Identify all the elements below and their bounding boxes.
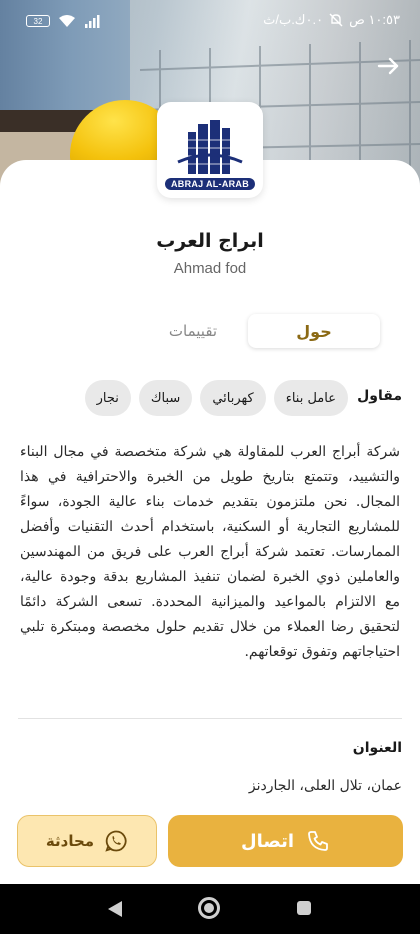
signal-icon bbox=[85, 15, 100, 28]
skill-chip[interactable]: نجار bbox=[84, 380, 131, 416]
skills-chips[interactable]: عامل بناء كهربائي سباك نجار bbox=[18, 380, 348, 418]
battery-icon: 32 bbox=[26, 15, 50, 27]
battery-level: 32 bbox=[33, 16, 43, 26]
tab-reviews[interactable]: تقييمات bbox=[138, 314, 248, 348]
chat-button-label: محادثة bbox=[45, 832, 95, 850]
system-nav-bar bbox=[0, 884, 420, 934]
skills-label: مقاول bbox=[357, 388, 402, 404]
company-description: شركة أبراج العرب للمقاولة هي شركة متخصصة… bbox=[20, 444, 400, 660]
whatsapp-icon bbox=[105, 830, 127, 852]
call-button-label: اتصال bbox=[240, 830, 295, 852]
tab-about[interactable]: حول bbox=[248, 314, 380, 348]
address-value: عمان، تلال العلى، الجاردنز bbox=[248, 778, 402, 794]
profile-tabs: حول تقييمات bbox=[20, 314, 400, 350]
logo-wordmark: ABRAJ AL-ARAB bbox=[164, 178, 256, 190]
skill-chip[interactable]: سباك bbox=[138, 380, 193, 416]
skills-row: مقاول عامل بناء كهربائي سباك نجار bbox=[0, 380, 420, 418]
clock: ١٠:٥٣ ص bbox=[349, 12, 400, 27]
call-button[interactable]: اتصال bbox=[168, 815, 403, 867]
building-logo-icon bbox=[177, 120, 243, 174]
mute-bell-icon bbox=[329, 13, 343, 27]
status-bar: 32 ٠.٠ك.ب/ث ١٠:٥٣ ص bbox=[0, 0, 420, 44]
skill-chip[interactable]: عامل بناء bbox=[273, 380, 348, 416]
back-arrow-icon[interactable] bbox=[376, 54, 400, 78]
skill-chip[interactable]: كهربائي bbox=[200, 380, 266, 416]
nav-recents-icon[interactable] bbox=[297, 901, 311, 915]
nav-home-icon[interactable] bbox=[198, 897, 220, 919]
wifi-icon bbox=[59, 15, 75, 27]
owner-name: Ahmad fod bbox=[173, 260, 247, 277]
address-title: العنوان bbox=[352, 740, 402, 756]
section-divider bbox=[18, 718, 402, 719]
phone-icon bbox=[308, 831, 328, 851]
chat-button[interactable]: محادثة bbox=[17, 815, 157, 867]
nav-back-icon[interactable] bbox=[106, 900, 124, 918]
network-speed: ٠.٠ك.ب/ث bbox=[263, 12, 324, 27]
company-name: ابراج العرب bbox=[156, 230, 264, 252]
company-logo: ABRAJ AL-ARAB bbox=[157, 102, 263, 198]
